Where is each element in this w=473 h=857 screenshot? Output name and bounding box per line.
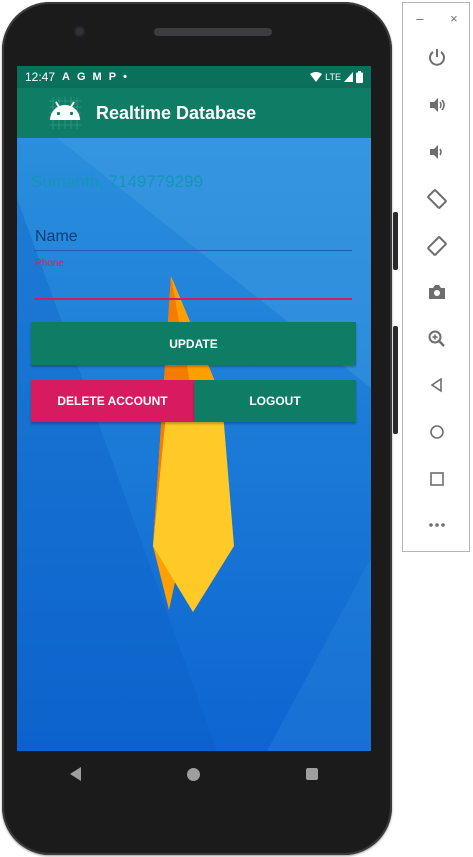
battery-icon (356, 71, 363, 83)
hardware-volume-buttons[interactable] (393, 326, 398, 434)
status-time: 12:47 (25, 70, 56, 84)
rotate-right-icon[interactable] (421, 230, 453, 262)
notification-a-icon: A (62, 71, 70, 83)
power-icon[interactable] (421, 41, 453, 73)
emulator-toolbar: – × (402, 2, 470, 552)
app-bar: Realtime Database (17, 88, 371, 138)
google-icon: G (76, 71, 86, 83)
home-icon[interactable] (421, 416, 453, 448)
rotate-left-icon[interactable] (421, 183, 453, 215)
back-icon[interactable] (421, 369, 453, 401)
front-camera (74, 26, 85, 37)
app-title: Realtime Database (96, 102, 257, 123)
minimize-button[interactable]: – (416, 11, 423, 26)
system-nav-bar (17, 751, 371, 797)
signal-icon (344, 72, 353, 82)
zoom-icon[interactable] (421, 323, 453, 355)
home-icon[interactable] (187, 767, 200, 781)
update-button[interactable]: UPDATE (31, 322, 356, 365)
wifi-icon (310, 72, 323, 82)
more-icon[interactable] (421, 509, 453, 541)
close-button[interactable]: × (450, 11, 458, 26)
android-icon (45, 93, 85, 133)
volume-up-icon[interactable] (421, 89, 453, 121)
name-placeholder: Name (35, 228, 78, 245)
phone-label: Phone (35, 258, 64, 269)
main-content: Sumanth, 7149779299 Name Phone UPDATE DE… (17, 138, 371, 751)
back-icon[interactable] (70, 767, 81, 781)
camera-icon[interactable] (421, 276, 453, 308)
phone-input[interactable] (34, 272, 352, 300)
logout-button[interactable]: LOGOUT (194, 380, 356, 422)
delete-account-button[interactable]: DELETE ACCOUNT (31, 380, 194, 422)
gmail-icon: M (92, 71, 102, 83)
hardware-power-button[interactable] (393, 212, 398, 270)
speaker-grille (154, 28, 272, 36)
play-icon: P (108, 71, 117, 83)
network-type: LTE (325, 72, 341, 82)
window-controls: – × (403, 3, 471, 33)
more-notifications-icon: • (123, 71, 127, 83)
recents-icon[interactable] (306, 768, 318, 780)
overview-icon[interactable] (421, 463, 453, 495)
status-bar: 12:47 A G M P • LTE (17, 66, 371, 88)
name-input[interactable]: Name (34, 226, 352, 251)
device-screen: 12:47 A G M P • LTE Realtime Database Su… (17, 66, 371, 751)
user-info-text: Sumanth, 7149779299 (31, 172, 204, 191)
volume-down-icon[interactable] (421, 136, 453, 168)
